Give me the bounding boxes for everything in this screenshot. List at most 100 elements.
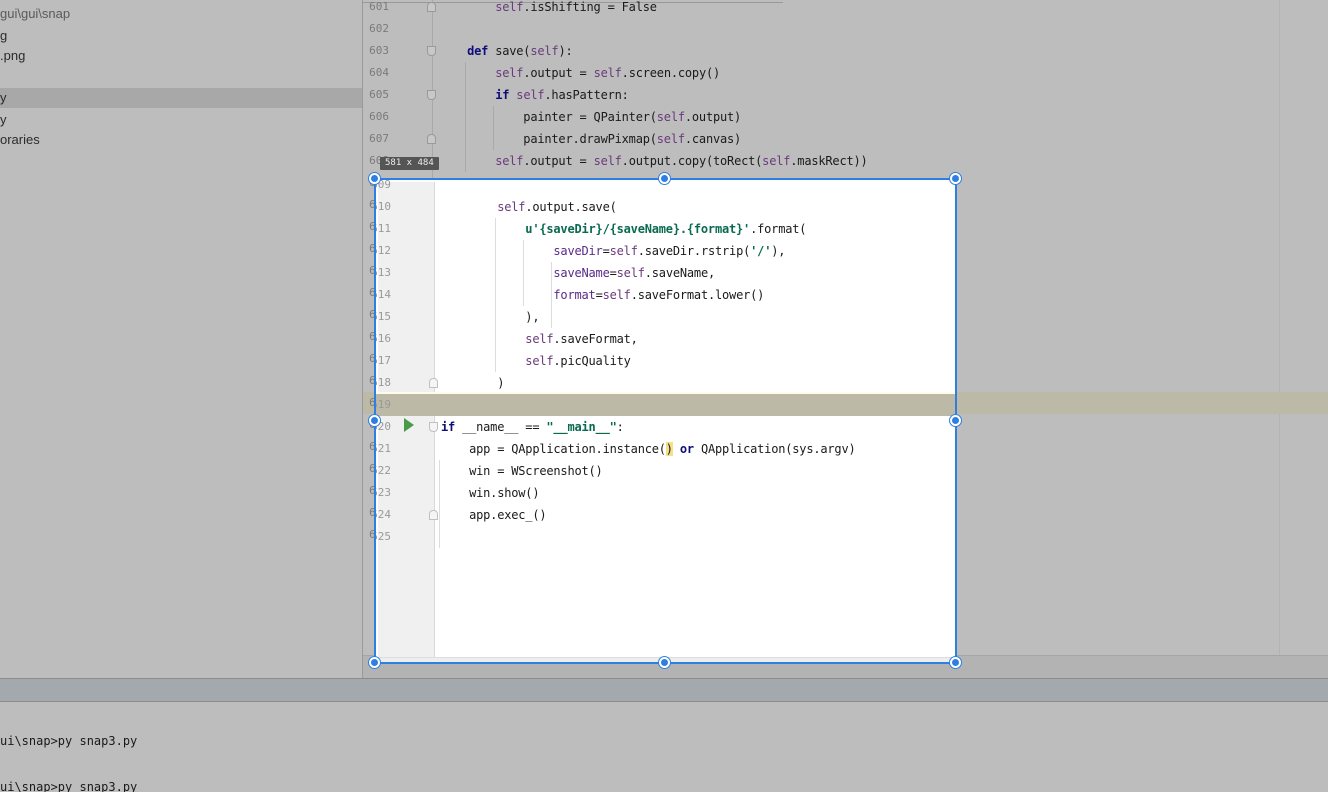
code-line[interactable]: 607 painter.drawPixmap(self.canvas): [363, 128, 1328, 150]
tree-item[interactable]: g: [0, 26, 7, 46]
code-text: self.isShifting = False: [495, 0, 657, 14]
resize-handle-bottom-right[interactable]: [950, 657, 961, 668]
line-number[interactable]: 601: [363, 0, 389, 18]
code-line[interactable]: 611 u'{saveDir}/{saveName}.{format}'.for…: [376, 218, 955, 240]
code-line[interactable]: 619: [376, 394, 955, 416]
code-line[interactable]: 616 self.saveFormat,: [376, 328, 955, 350]
line-number[interactable]: 625: [376, 526, 391, 548]
code-text: def save(self):: [467, 44, 573, 58]
capture-selection[interactable]: 601 self.isShifting = False602603 def sa…: [374, 178, 957, 664]
line-number[interactable]: 616: [376, 328, 391, 350]
code-text: app.exec_(): [441, 508, 547, 522]
code-line[interactable]: 618 ): [376, 372, 955, 394]
line-number[interactable]: 615: [376, 306, 391, 328]
line-number[interactable]: 618: [376, 372, 391, 394]
line-number[interactable]: 604: [363, 62, 389, 84]
code-line[interactable]: 610 self.output.save(: [376, 196, 955, 218]
resize-handle-top[interactable]: [659, 173, 670, 184]
resize-handle-right[interactable]: [950, 415, 961, 426]
code-line[interactable]: 608 self.output = self.output.copy(toRec…: [363, 150, 1328, 172]
resize-handle-bottom-left[interactable]: [369, 657, 380, 668]
tree-item[interactable]: y: [0, 110, 7, 130]
code-text: format=self.saveFormat.lower(): [553, 288, 765, 302]
line-number[interactable]: 614: [376, 284, 391, 306]
code-text: self.output.save(: [497, 200, 617, 214]
code-line[interactable]: 613 saveName=self.saveName,: [376, 262, 955, 284]
code-line[interactable]: 603 def save(self):: [363, 40, 1328, 62]
line-number[interactable]: 602: [363, 18, 389, 40]
code-text: ): [441, 376, 505, 390]
resize-handle-bottom[interactable]: [659, 657, 670, 668]
line-number[interactable]: 617: [376, 350, 391, 372]
line-number[interactable]: 621: [376, 438, 391, 460]
indent-guide: [493, 106, 494, 150]
code-text: self.saveFormat,: [525, 332, 638, 346]
indent-guide: [551, 262, 552, 328]
code-line[interactable]: 602: [363, 18, 1328, 40]
line-number[interactable]: 605: [363, 84, 389, 106]
code-text: win = WScreenshot(): [441, 464, 603, 478]
fold-icon[interactable]: [429, 422, 438, 432]
code-text: ),: [441, 310, 540, 324]
code-text: saveDir=self.saveDir.rstrip('/'),: [553, 244, 786, 258]
fold-icon[interactable]: [427, 2, 436, 12]
resize-handle-top-right[interactable]: [950, 173, 961, 184]
tree-item-selected[interactable]: y: [0, 88, 362, 108]
fold-icon[interactable]: [429, 378, 438, 388]
code-text: saveName=self.saveName,: [553, 266, 715, 280]
line-number[interactable]: 611: [376, 218, 391, 240]
line-number[interactable]: 613: [376, 262, 391, 284]
tree-item[interactable]: .png: [0, 46, 25, 66]
terminal-panel[interactable]: ui\snap>py snap3.py ui\snap>py snap3.py: [0, 702, 1328, 792]
indent-guide: [465, 62, 466, 172]
project-tree: gui\gui\snap g .png y y oraries: [0, 0, 362, 678]
line-number[interactable]: 610: [376, 196, 391, 218]
indent-guide: [495, 218, 496, 372]
code-line[interactable]: 617 self.picQuality: [376, 350, 955, 372]
code-text: painter = QPainter(self.output): [439, 110, 742, 124]
code-line[interactable]: 614 format=self.saveFormat.lower(): [376, 284, 955, 306]
indent-guide: [523, 240, 524, 306]
tree-item-external-libraries[interactable]: oraries: [0, 130, 40, 150]
code-line[interactable]: 605 if self.hasPattern:: [363, 84, 1328, 106]
code-line[interactable]: 625: [376, 526, 955, 548]
fold-icon[interactable]: [427, 46, 436, 56]
line-number[interactable]: 607: [363, 128, 389, 150]
code-text: win.show(): [441, 486, 540, 500]
terminal-header[interactable]: [0, 678, 1328, 702]
code-text: app = QApplication.instance() or QApplic…: [441, 442, 856, 456]
line-number[interactable]: 622: [376, 460, 391, 482]
project-path: gui\gui\snap: [0, 6, 71, 21]
code-text: if __name__ == "__main__":: [441, 420, 624, 434]
line-number[interactable]: 619: [376, 394, 391, 416]
terminal-line: ui\snap>py snap3.py: [0, 734, 138, 748]
selection-size-label: 581 x 484: [380, 157, 439, 170]
fold-icon[interactable]: [427, 134, 436, 144]
line-number[interactable]: 606: [363, 106, 389, 128]
line-number[interactable]: 623: [376, 482, 391, 504]
code-lines-selected: 601 self.isShifting = False602603 def sa…: [376, 180, 955, 662]
code-line[interactable]: 624 app.exec_(): [376, 504, 955, 526]
code-line[interactable]: 622 win = WScreenshot(): [376, 460, 955, 482]
code-line[interactable]: 620if __name__ == "__main__":: [376, 416, 955, 438]
code-line[interactable]: 621 app = QApplication.instance() or QAp…: [376, 438, 955, 460]
code-text: painter.drawPixmap(self.canvas): [439, 132, 742, 146]
line-number[interactable]: 603: [363, 40, 389, 62]
fold-icon[interactable]: [429, 510, 438, 520]
code-text: if self.hasPattern:: [495, 88, 629, 102]
indent-guide: [439, 460, 440, 548]
run-icon[interactable]: [404, 418, 414, 432]
code-line[interactable]: 606 painter = QPainter(self.output): [363, 106, 1328, 128]
code-line[interactable]: 604 self.output = self.screen.copy(): [363, 62, 1328, 84]
code-text: self.output = self.screen.copy(): [495, 66, 721, 80]
fold-icon[interactable]: [427, 90, 436, 100]
line-number[interactable]: 612: [376, 240, 391, 262]
resize-handle-left[interactable]: [369, 415, 380, 426]
code-line[interactable]: 623 win.show(): [376, 482, 955, 504]
resize-handle-top-left[interactable]: [369, 173, 380, 184]
code-line[interactable]: 601 self.isShifting = False: [363, 0, 1328, 18]
code-line[interactable]: 612 saveDir=self.saveDir.rstrip('/'),: [376, 240, 955, 262]
line-number[interactable]: 624: [376, 504, 391, 526]
code-line[interactable]: 615 ),: [376, 306, 955, 328]
terminal-line: ui\snap>py snap3.py: [0, 780, 138, 792]
